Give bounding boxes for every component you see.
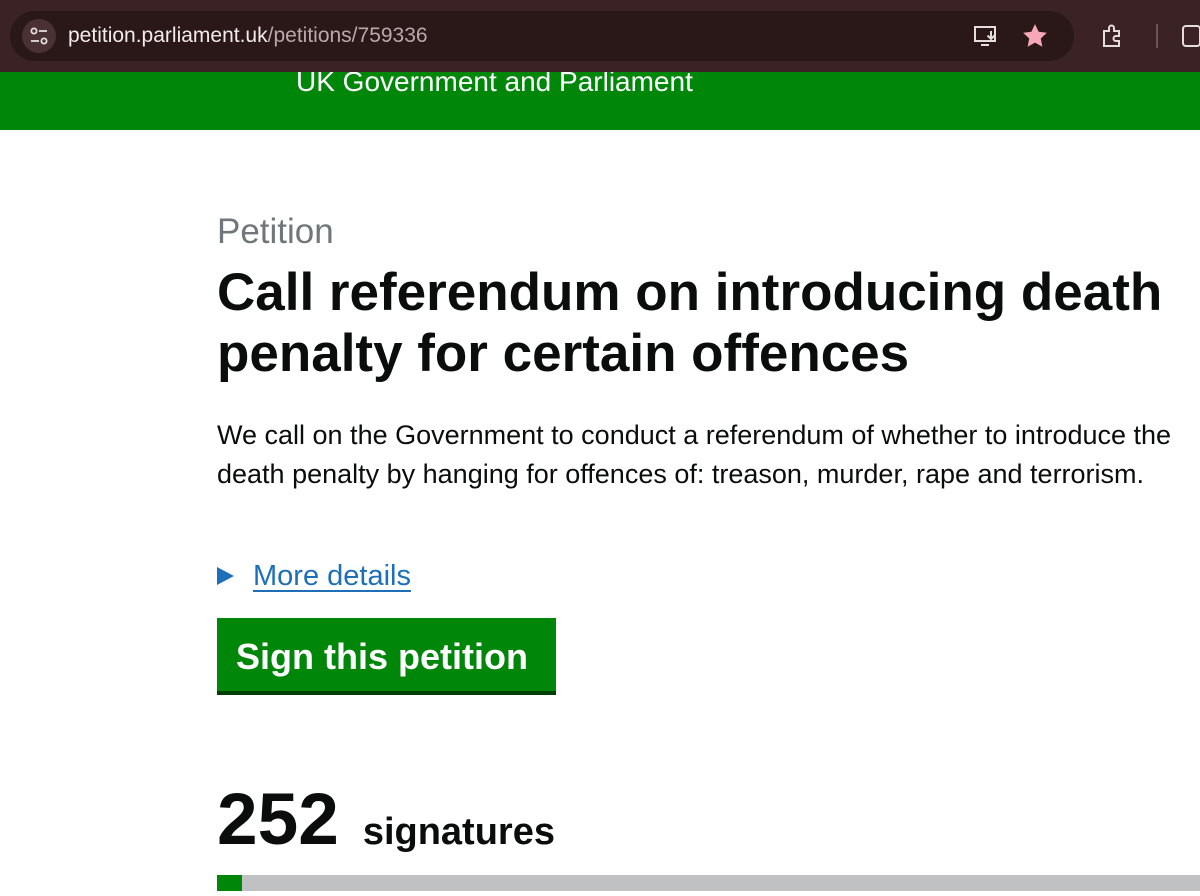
signature-label: signatures xyxy=(362,811,555,853)
page-caption: Petition xyxy=(217,212,334,251)
signature-progress-bar xyxy=(217,875,1200,891)
url-host: petition.parliament.uk xyxy=(68,24,268,47)
sign-petition-button[interactable]: Sign this petition xyxy=(217,618,556,695)
signature-count: 252 xyxy=(217,779,339,860)
browser-toolbar: petition.parliament.uk/petitions/759336 xyxy=(0,0,1200,72)
page-title: Call referendum on introducing death pen… xyxy=(217,263,1163,383)
tab-icon[interactable] xyxy=(1180,24,1200,53)
toolbar-divider xyxy=(1156,24,1158,48)
signature-count-row: 252 signatures xyxy=(217,778,555,862)
triangle-right-icon[interactable] xyxy=(217,567,234,585)
site-info-icon[interactable] xyxy=(22,19,56,53)
petition-action-text: We call on the Government to conduct a r… xyxy=(217,420,1172,489)
more-details-link[interactable]: More details xyxy=(253,558,411,594)
install-app-icon[interactable] xyxy=(972,22,1000,55)
url-path: /petitions/759336 xyxy=(267,24,428,47)
header-title[interactable]: UK Government and Parliament xyxy=(296,72,693,98)
bookmark-star-icon[interactable] xyxy=(1020,21,1050,56)
signature-progress-fill xyxy=(217,875,242,891)
site-header: UK Government and Parliament xyxy=(0,72,1200,130)
url-text[interactable]: petition.parliament.uk/petitions/759336 xyxy=(68,24,428,48)
address-bar[interactable]: petition.parliament.uk/petitions/759336 xyxy=(10,11,1074,61)
extensions-icon[interactable] xyxy=(1098,22,1126,55)
more-details-toggle[interactable]: More details xyxy=(217,556,411,596)
